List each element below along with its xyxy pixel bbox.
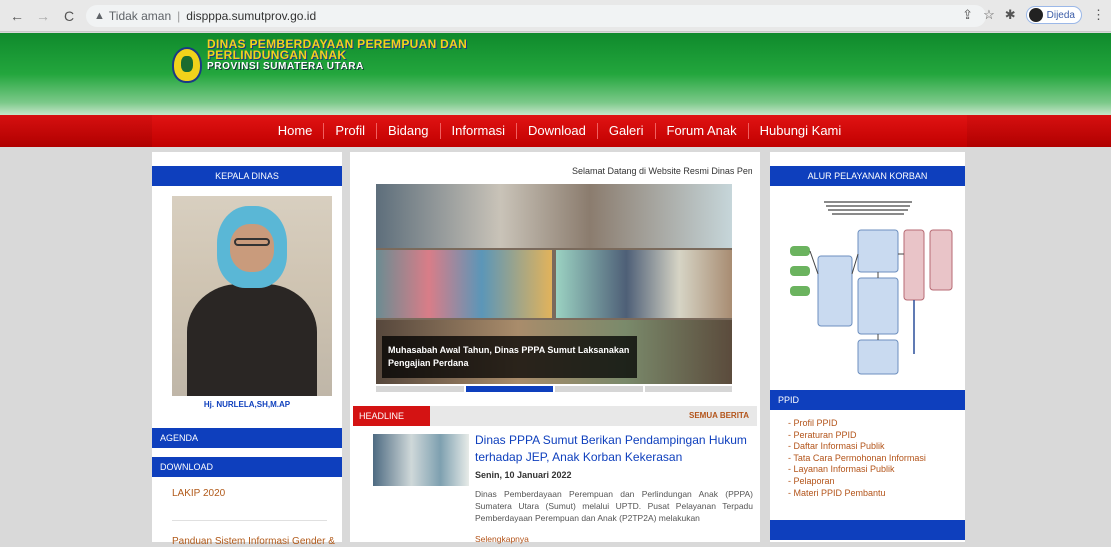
ppid-item-materi[interactable]: - Materi PPID Pembantu bbox=[788, 488, 926, 500]
nav-forum-anak[interactable]: Forum Anak bbox=[656, 123, 749, 139]
address-bar[interactable]: ▲ Tidak aman | dispppa.sumutprov.go.id bbox=[86, 5, 986, 27]
slider-dot[interactable] bbox=[555, 386, 643, 392]
reload-icon[interactable]: C bbox=[60, 8, 78, 24]
slide-caption[interactable]: Muhasabah Awal Tahun, Dinas PPPA Sumut L… bbox=[382, 336, 637, 378]
read-more-link[interactable]: Selengkapnya bbox=[475, 534, 529, 544]
photo-face-shape bbox=[230, 224, 274, 272]
right-bottom-bar bbox=[770, 520, 965, 540]
warning-icon: ▲ bbox=[94, 10, 105, 22]
photo-glasses-shape bbox=[234, 238, 270, 246]
forward-icon[interactable]: → bbox=[34, 8, 52, 24]
slider-dot[interactable] bbox=[644, 386, 732, 392]
photo-body-shape bbox=[187, 284, 317, 396]
slide-photo-mid-right bbox=[556, 250, 732, 318]
nav-hubungi-kami[interactable]: Hubungi Kami bbox=[749, 123, 853, 139]
alur-pelayanan-heading: ALUR PELAYANAN KORBAN bbox=[770, 166, 965, 186]
nav-profil[interactable]: Profil bbox=[324, 123, 378, 139]
kepala-dinas-photo bbox=[172, 196, 332, 396]
nav-home[interactable]: Home bbox=[267, 123, 325, 139]
slider-indicators bbox=[376, 386, 732, 392]
site-title-line2: PERLINDUNGAN ANAK bbox=[207, 48, 347, 62]
ppid-item-label: Peraturan PPID bbox=[793, 429, 857, 440]
ppid-item-pelaporan[interactable]: - Pelaporan bbox=[788, 476, 926, 488]
nav-informasi[interactable]: Informasi bbox=[441, 123, 517, 139]
site-title: DINAS PEMBERDAYAAN PEREMPUAN DAN PERLIND… bbox=[207, 38, 467, 72]
ppid-item-daftar[interactable]: - Daftar Informasi Publik bbox=[788, 441, 926, 453]
headline-tab[interactable]: HEADLINE bbox=[353, 406, 430, 426]
nav-bidang[interactable]: Bidang bbox=[377, 123, 441, 139]
ppid-item-label: Layanan Informasi Publik bbox=[793, 464, 895, 475]
site-header: DINAS PEMBERDAYAAN PEREMPUAN DAN PERLIND… bbox=[0, 33, 1111, 115]
main-nav: Home Profil Bidang Informasi Download Ga… bbox=[152, 115, 967, 147]
bookmark-star-icon[interactable]: ☆ bbox=[983, 7, 995, 23]
download-heading[interactable]: DOWNLOAD bbox=[152, 457, 342, 477]
profile-avatar bbox=[1028, 8, 1043, 22]
kepala-dinas-name: Hj. NURLELA,SH,M.AP bbox=[203, 400, 291, 409]
nav-galeri[interactable]: Galeri bbox=[598, 123, 656, 139]
welcome-marquee: Selamat Datang di Website Resmi Dinas Pe… bbox=[572, 166, 752, 176]
share-icon[interactable]: ⇪ bbox=[962, 7, 973, 23]
ppid-item-label: Materi PPID Pembantu bbox=[793, 487, 886, 498]
article-date: Senin, 10 Januari 2022 bbox=[475, 470, 572, 480]
main-content: Selamat Datang di Website Resmi Dinas Pe… bbox=[350, 152, 760, 544]
profile-label: Dijeda bbox=[1046, 9, 1075, 21]
download-divider bbox=[172, 520, 327, 521]
slide-photo-top bbox=[376, 184, 732, 248]
main-nav-bar: Home Profil Bidang Informasi Download Ga… bbox=[0, 115, 1111, 147]
site-title-line3: PROVINSI SUMATERA UTARA bbox=[207, 61, 364, 72]
security-label: Tidak aman bbox=[108, 9, 172, 23]
download-item-lakip[interactable]: LAKIP 2020 bbox=[172, 488, 225, 499]
address-separator: | bbox=[177, 9, 181, 23]
right-sidebar: ALUR PELAYANAN KORBAN PPID - Profil PPID… bbox=[770, 152, 965, 542]
browser-toolbar: ← → C ▲ Tidak aman | dispppa.sumutprov.g… bbox=[0, 0, 1111, 32]
ppid-item-label: Daftar Informasi Publik bbox=[793, 441, 885, 452]
back-icon[interactable]: ← bbox=[8, 8, 26, 24]
ppid-item-profil[interactable]: - Profil PPID bbox=[788, 418, 926, 430]
alur-pelayanan-diagram[interactable] bbox=[776, 194, 959, 384]
left-sidebar: KEPALA DINAS Hj. NURLELA,SH,M.AP AGENDA … bbox=[152, 152, 342, 547]
article-excerpt: Dinas Pemberdayaan Perempuan dan Perlind… bbox=[475, 489, 753, 523]
slide-photo-mid-left bbox=[376, 250, 552, 318]
nav-download[interactable]: Download bbox=[517, 123, 598, 139]
article-title[interactable]: Dinas PPPA Sumut Berikan Pendampingan Hu… bbox=[475, 432, 755, 466]
slider-dot[interactable] bbox=[376, 386, 464, 392]
ppid-item-tata-cara[interactable]: - Tata Cara Permohonan Informasi bbox=[788, 453, 926, 465]
ppid-item-label: Pelaporan bbox=[793, 475, 835, 486]
profile-button[interactable]: Dijeda bbox=[1025, 6, 1082, 24]
ppid-item-peraturan[interactable]: - Peraturan PPID bbox=[788, 430, 926, 442]
agenda-heading[interactable]: AGENDA bbox=[152, 428, 342, 448]
flow-diagram-graphic bbox=[790, 198, 953, 375]
ppid-heading[interactable]: PPID bbox=[770, 390, 965, 410]
download-item-panduan[interactable]: Panduan Sistem Informasi Gender & bbox=[172, 536, 340, 547]
photo-slider[interactable]: Muhasabah Awal Tahun, Dinas PPPA Sumut L… bbox=[376, 184, 732, 384]
slider-dot-active[interactable] bbox=[465, 386, 553, 392]
ppid-list: - Profil PPID - Peraturan PPID - Daftar … bbox=[788, 418, 926, 499]
province-logo-icon[interactable] bbox=[172, 47, 202, 83]
extensions-puzzle-icon[interactable]: ✱ bbox=[1005, 7, 1016, 23]
headline-bar: HEADLINE SEMUA BERITA bbox=[353, 406, 757, 426]
menu-dots-icon[interactable]: ⋮ bbox=[1092, 7, 1105, 23]
article-thumbnail[interactable] bbox=[373, 434, 469, 486]
url-text: dispppa.sumutprov.go.id bbox=[186, 9, 317, 23]
ppid-item-label: Profil PPID bbox=[793, 418, 838, 428]
kepala-dinas-heading: KEPALA DINAS bbox=[152, 166, 342, 186]
ppid-item-label: Tata Cara Permohonan Informasi bbox=[793, 452, 926, 463]
ppid-item-layanan[interactable]: - Layanan Informasi Publik bbox=[788, 464, 926, 476]
all-news-link[interactable]: SEMUA BERITA bbox=[689, 411, 749, 420]
